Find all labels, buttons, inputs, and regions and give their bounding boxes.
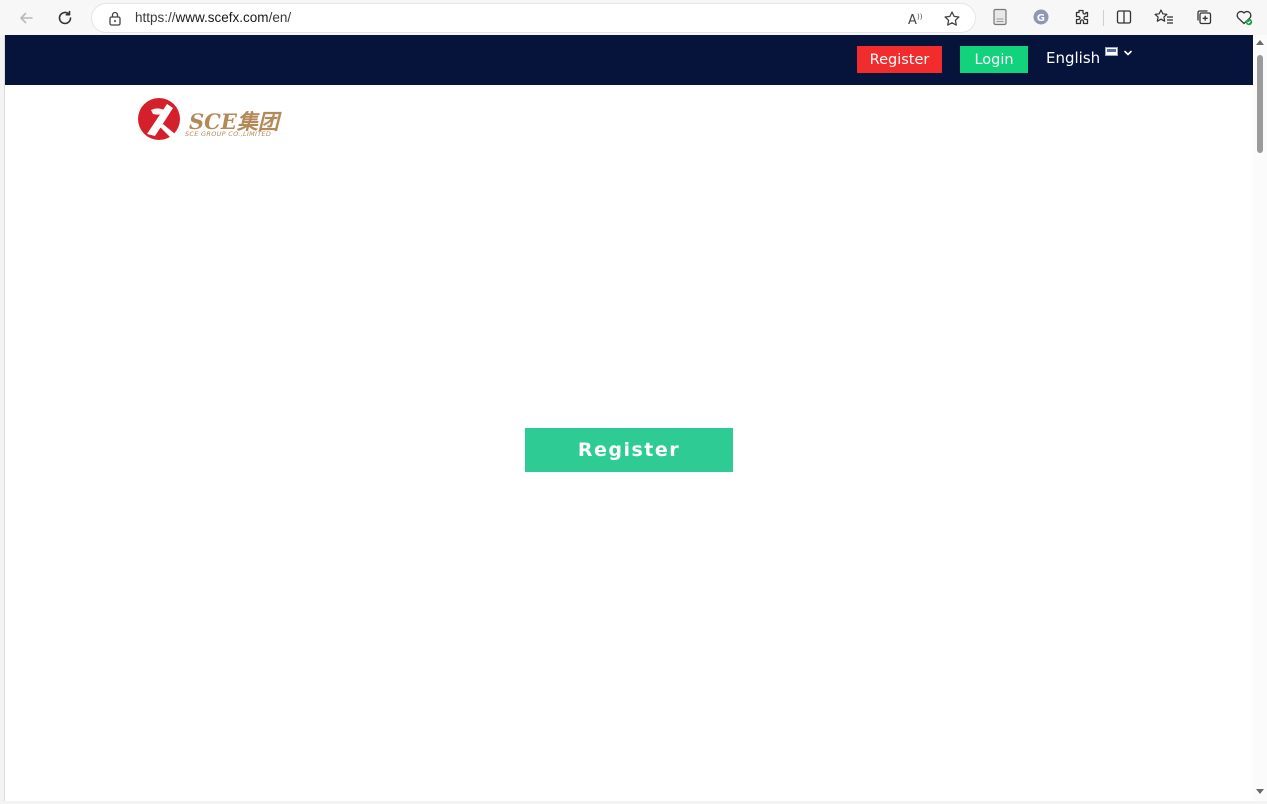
header-register-button[interactable]: Register: [857, 46, 942, 73]
back-button[interactable]: [14, 6, 38, 30]
flag-icon: [1105, 47, 1119, 56]
header-login-button[interactable]: Login: [960, 46, 1028, 73]
language-selector[interactable]: English: [1046, 47, 1133, 67]
refresh-icon: [58, 10, 72, 25]
back-arrow-icon: [20, 12, 33, 24]
url-text[interactable]: https://www.scefx.com/en/: [135, 10, 291, 25]
lock-icon[interactable]: [108, 10, 122, 31]
document-icon[interactable]: [990, 7, 1010, 27]
logo-mark-icon: [138, 98, 180, 140]
split-screen-icon[interactable]: [1114, 7, 1134, 27]
language-label: English: [1046, 49, 1101, 67]
copilot-icon[interactable]: G: [1031, 7, 1051, 27]
site-header: Register Login English: [5, 35, 1253, 85]
sce-logo[interactable]: SCE集团 SCE GROUP CO.,LIMITED: [137, 96, 287, 144]
svg-text:G: G: [1037, 13, 1045, 24]
toolbar-separator: [1103, 10, 1104, 26]
favorites-icon[interactable]: [1154, 7, 1174, 27]
svg-text:A: A: [908, 13, 917, 28]
scroll-thumb[interactable]: [1257, 55, 1263, 153]
favorite-star-icon[interactable]: [943, 10, 961, 28]
page-viewport: Register Login English SCE集团 SCE GROUP C…: [4, 35, 1253, 801]
refresh-button[interactable]: [53, 6, 77, 30]
browser-toolbar: https://www.scefx.com/en/ A)) G: [0, 0, 1267, 35]
address-bar[interactable]: https://www.scefx.com/en/ A)): [92, 4, 975, 32]
main-register-button[interactable]: Register: [525, 428, 733, 472]
svg-text:)): )): [917, 13, 923, 21]
extensions-icon[interactable]: [1071, 7, 1091, 27]
logo-subtitle: SCE GROUP CO.,LIMITED: [185, 130, 272, 138]
chevron-down-icon: [1124, 50, 1132, 56]
collections-icon[interactable]: [1194, 7, 1214, 27]
scroll-up-icon[interactable]: [1256, 40, 1264, 45]
page-scrollbar[interactable]: [1253, 35, 1267, 801]
scroll-down-icon[interactable]: [1256, 789, 1264, 794]
browser-essentials-icon[interactable]: [1234, 7, 1254, 27]
read-aloud-icon[interactable]: A)): [907, 10, 925, 28]
